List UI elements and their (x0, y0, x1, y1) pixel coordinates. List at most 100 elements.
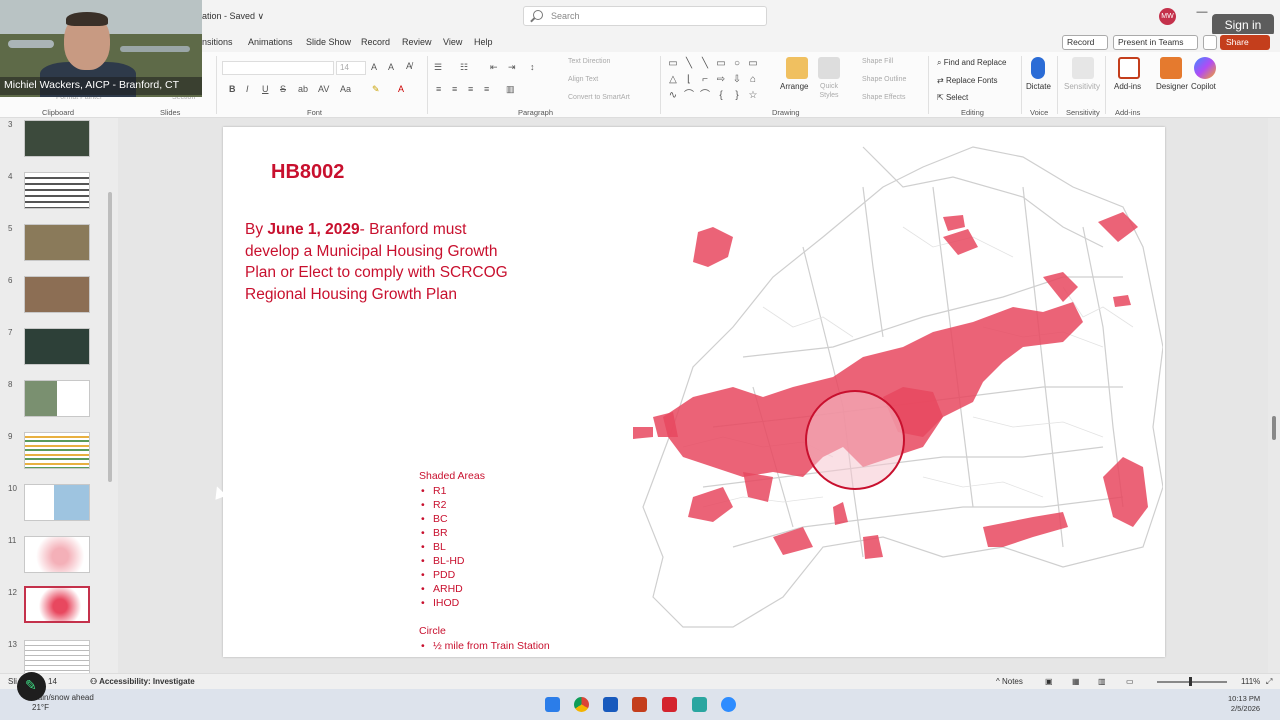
callout-shape-icon[interactable]: ⌂ (747, 74, 759, 86)
present-in-teams-button[interactable]: Present in Teams (1113, 35, 1198, 50)
quick-styles-icon[interactable] (818, 57, 840, 79)
tab-slide-show[interactable]: Slide Show (306, 37, 351, 47)
text-shadow-icon[interactable]: ab (298, 84, 308, 94)
zoom-slider[interactable] (1157, 681, 1227, 683)
bullets-icon[interactable]: ☰ (434, 62, 442, 73)
line-shape-icon[interactable]: ╲ (699, 58, 711, 70)
add-ins-icon[interactable] (1118, 57, 1140, 79)
share-button[interactable]: Share (1220, 35, 1270, 50)
word-icon[interactable] (603, 697, 618, 712)
strikethrough-icon[interactable]: S (280, 84, 286, 94)
shapes-gallery[interactable]: ▭ ╲ ╲ ▭ ○ ▭ △ ⌊ ⌐ ⇨ ⇩ ⌂ ∿ ⌒ ⌒ { } ☆ (665, 58, 760, 102)
chrome-icon[interactable] (574, 697, 589, 712)
slide-thumbnail[interactable] (24, 536, 90, 573)
add-ins-button[interactable]: Add-ins (1114, 82, 1141, 91)
sensitivity-icon[interactable] (1072, 57, 1094, 79)
curve-shape-icon[interactable]: ⌒ (699, 90, 711, 102)
connector-shape-icon[interactable]: ⌐ (699, 74, 711, 86)
rectangle-shape-icon[interactable]: ▭ (715, 58, 727, 70)
slide-thumbnail-active[interactable] (24, 586, 90, 623)
copilot-icon[interactable] (1194, 57, 1216, 79)
canvas-scrollbar[interactable] (1270, 120, 1278, 676)
tab-help[interactable]: Help (474, 37, 493, 47)
accessibility-status[interactable]: ⚇ Accessibility: Investigate (90, 677, 195, 686)
font-name-select[interactable] (222, 61, 334, 75)
bold-icon[interactable]: B (229, 84, 236, 94)
system-clock[interactable]: 10:13 PM 2/5/2026 (1228, 694, 1260, 714)
slide-sorter-icon[interactable]: ▦ (1072, 677, 1080, 686)
slide-thumbnail[interactable] (24, 484, 90, 521)
tab-animations[interactable]: Animations (248, 37, 293, 47)
zoom-icon[interactable] (721, 697, 736, 712)
align-center-icon[interactable]: ≡ (452, 84, 457, 94)
underline-icon[interactable]: U (262, 84, 269, 94)
line-spacing-icon[interactable]: ↕ (530, 62, 535, 72)
arrow-shape-icon[interactable]: ⇩ (731, 74, 743, 86)
tab-review[interactable]: Review (402, 37, 432, 47)
arrange-button[interactable]: Arrange (780, 82, 808, 91)
rectangle-shape-icon[interactable]: ▭ (747, 58, 759, 70)
find-replace-button[interactable]: ⌕ Find and Replace (937, 58, 1006, 68)
comments-button[interactable] (1203, 35, 1217, 50)
decrease-indent-icon[interactable]: ⇤ (490, 62, 498, 73)
record-button[interactable]: Record (1062, 35, 1108, 50)
branford-map[interactable] (503, 127, 1163, 657)
slide-thumbnail[interactable] (24, 276, 90, 313)
slideshow-view-icon[interactable]: ▭ (1126, 677, 1134, 686)
pdf-icon[interactable] (662, 697, 677, 712)
normal-view-icon[interactable]: ▣ (1045, 677, 1053, 686)
slide-thumbnail[interactable] (24, 120, 90, 157)
clear-formatting-icon[interactable]: A̸ (406, 61, 412, 71)
slide-thumbnail[interactable] (24, 172, 90, 209)
avatar[interactable]: MW (1159, 8, 1176, 25)
shape-fill-button[interactable]: Shape Fill (862, 58, 893, 65)
reading-view-icon[interactable]: ▥ (1098, 677, 1106, 686)
columns-icon[interactable]: ▥ (506, 84, 515, 95)
font-size-select[interactable]: 14 (336, 61, 366, 75)
fit-slide-icon[interactable]: ⤢ (1266, 677, 1272, 687)
brace-shape-icon[interactable]: } (731, 90, 743, 102)
star-shape-icon[interactable]: ☆ (747, 90, 759, 102)
oval-shape-icon[interactable]: ○ (731, 58, 743, 70)
character-spacing-icon[interactable]: AV (318, 84, 329, 94)
designer-icon[interactable] (1160, 57, 1182, 79)
curve-shape-icon[interactable]: ∿ (667, 90, 679, 102)
powerpoint-icon[interactable] (632, 697, 647, 712)
notes-button[interactable]: ^ Notes (996, 677, 1023, 686)
convert-smartart-button[interactable]: Convert to SmartArt (568, 94, 630, 101)
zoom-level[interactable]: 111% (1241, 677, 1260, 686)
increase-indent-icon[interactable]: ⇥ (508, 62, 516, 73)
line-shape-icon[interactable]: ╲ (683, 58, 695, 70)
minimize-button[interactable]: — (1196, 6, 1208, 26)
document-title[interactable]: ation - Saved ∨ (202, 11, 264, 22)
slide-thumbnail[interactable] (24, 224, 90, 261)
dictate-button[interactable]: Dictate (1026, 82, 1051, 91)
align-left-icon[interactable]: ≡ (436, 84, 441, 94)
font-color-icon[interactable]: A (398, 84, 404, 94)
start-icon[interactable] (545, 697, 560, 712)
replace-fonts-button[interactable]: ⇄ Replace Fonts (937, 76, 998, 85)
increase-font-icon[interactable]: A (371, 62, 377, 72)
slide-title[interactable]: HB8002 (271, 161, 344, 184)
highlight-icon[interactable]: ✎ (372, 84, 380, 95)
select-button[interactable]: ⇱ Select (937, 93, 968, 102)
align-right-icon[interactable]: ≡ (468, 84, 473, 94)
text-direction-button[interactable]: Text Direction (568, 58, 610, 65)
annotate-button[interactable] (17, 672, 46, 701)
search-input[interactable]: Search (523, 6, 767, 26)
zoom-slider-thumb[interactable] (1189, 677, 1192, 686)
justify-icon[interactable]: ≡ (484, 84, 489, 94)
scroll-thumb[interactable] (1272, 416, 1276, 440)
arrange-icon[interactable] (786, 57, 808, 79)
sign-in-button[interactable]: Sign in (1212, 14, 1274, 36)
microphone-icon[interactable] (1031, 57, 1045, 79)
slide-thumbnail[interactable] (24, 380, 90, 417)
quick-styles-button[interactable]: Quick Styles (814, 82, 844, 100)
sensitivity-button[interactable]: Sensitivity (1064, 82, 1100, 91)
italic-icon[interactable]: I (246, 84, 249, 94)
shape-effects-button[interactable]: Shape Effects (862, 94, 905, 101)
copilot-button[interactable]: Copilot (1191, 82, 1216, 91)
decrease-font-icon[interactable]: A (388, 62, 394, 72)
brace-shape-icon[interactable]: { (715, 90, 727, 102)
shape-outline-button[interactable]: Shape Outline (862, 76, 906, 83)
